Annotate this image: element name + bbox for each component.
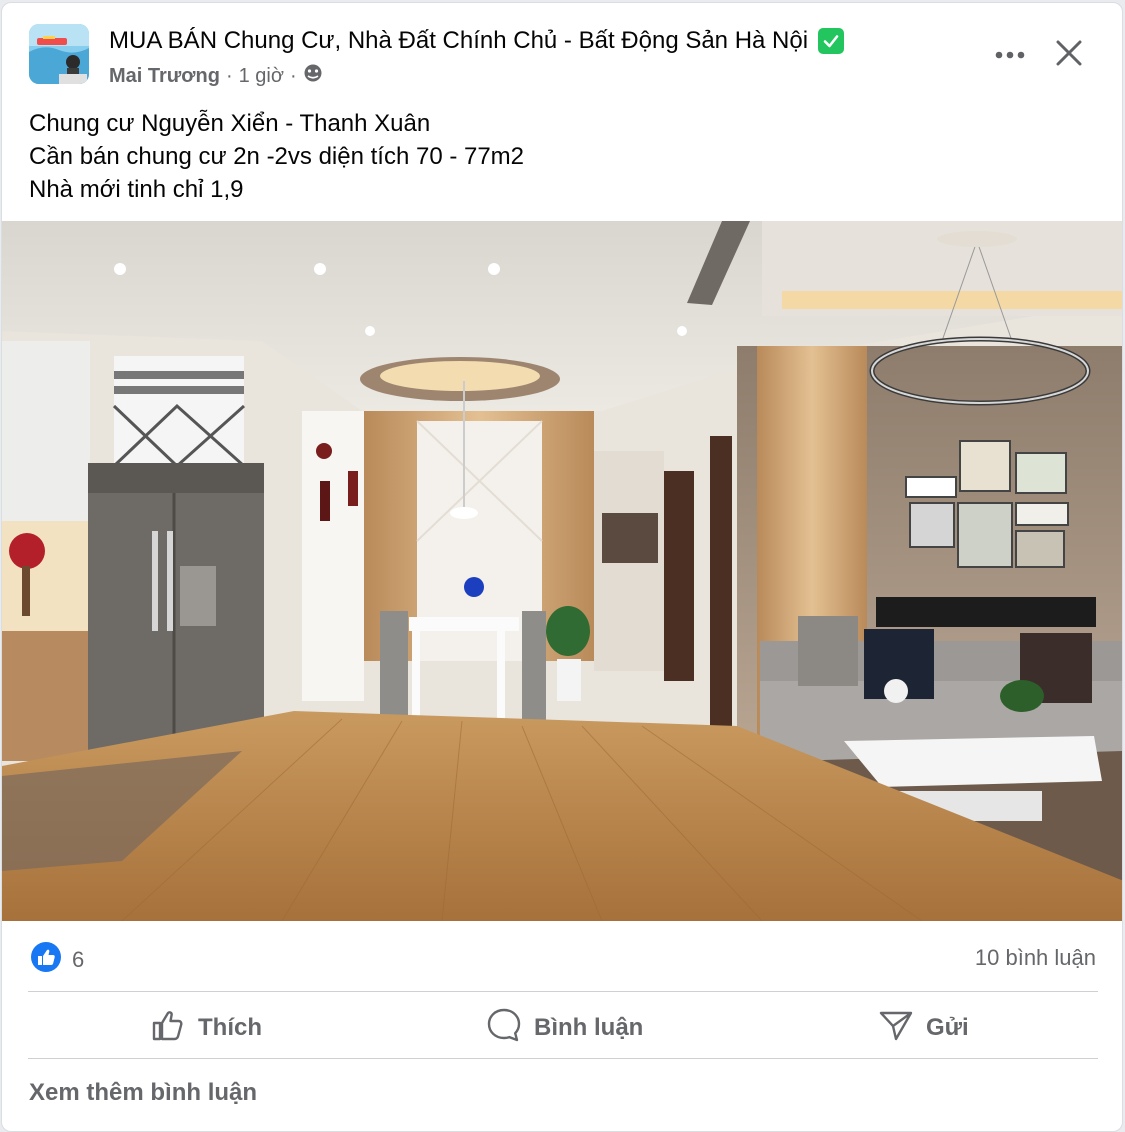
post-meta: Mai Trương · 1 giờ · bbox=[109, 63, 323, 89]
view-more-comments-link[interactable]: Xem thêm bình luận bbox=[29, 1079, 257, 1107]
reactions-summary[interactable]: 6 bbox=[30, 941, 84, 979]
more-options-button[interactable] bbox=[992, 39, 1028, 71]
send-button[interactable]: Gửi bbox=[878, 1007, 969, 1049]
more-icon bbox=[995, 46, 1025, 64]
like-reaction-icon bbox=[30, 941, 62, 979]
thumbs-up-icon bbox=[150, 1007, 186, 1050]
post-line: Nhà mới tinh chỉ 1,9 bbox=[29, 176, 244, 203]
close-button[interactable] bbox=[1049, 35, 1089, 75]
post-title: MUA BÁN Chung Cư, Nhà Đất Chính Chủ - Bấ… bbox=[109, 27, 845, 55]
comments-count[interactable]: 10 bình luận bbox=[975, 945, 1096, 971]
comment-button[interactable]: Bình luận bbox=[486, 1007, 643, 1049]
send-label: Gửi bbox=[926, 1014, 969, 1041]
like-label: Thích bbox=[198, 1014, 262, 1041]
close-icon bbox=[1056, 40, 1082, 71]
meta-separator: · bbox=[225, 64, 233, 87]
meta-separator: · bbox=[289, 64, 297, 87]
divider bbox=[28, 1058, 1098, 1059]
group-avatar[interactable] bbox=[29, 24, 89, 84]
like-count: 6 bbox=[72, 947, 85, 972]
post-time[interactable]: 1 giờ bbox=[239, 65, 284, 88]
comment-label: Bình luận bbox=[534, 1014, 644, 1041]
public-icon bbox=[303, 63, 323, 89]
post-card: MUA BÁN Chung Cư, Nhà Đất Chính Chủ - Bấ… bbox=[1, 2, 1123, 1132]
group-name-link[interactable]: MUA BÁN Chung Cư, Nhà Đất Chính Chủ - Bấ… bbox=[109, 27, 808, 55]
post-line: Cần bán chung cư 2n -2vs diện tích 70 - … bbox=[29, 143, 525, 170]
author-link[interactable]: Mai Trương bbox=[109, 65, 220, 88]
post-photo[interactable] bbox=[2, 221, 1122, 922]
like-button[interactable]: Thích bbox=[150, 1007, 262, 1049]
divider bbox=[28, 991, 1098, 992]
send-icon bbox=[878, 1007, 914, 1050]
post-line: Chung cư Nguyễn Xiển - Thanh Xuân bbox=[29, 110, 431, 137]
comment-icon bbox=[486, 1007, 522, 1050]
verified-icon bbox=[818, 28, 845, 54]
post-body: Chung cư Nguyễn Xiển - Thanh Xuân Cần bá… bbox=[29, 107, 524, 206]
